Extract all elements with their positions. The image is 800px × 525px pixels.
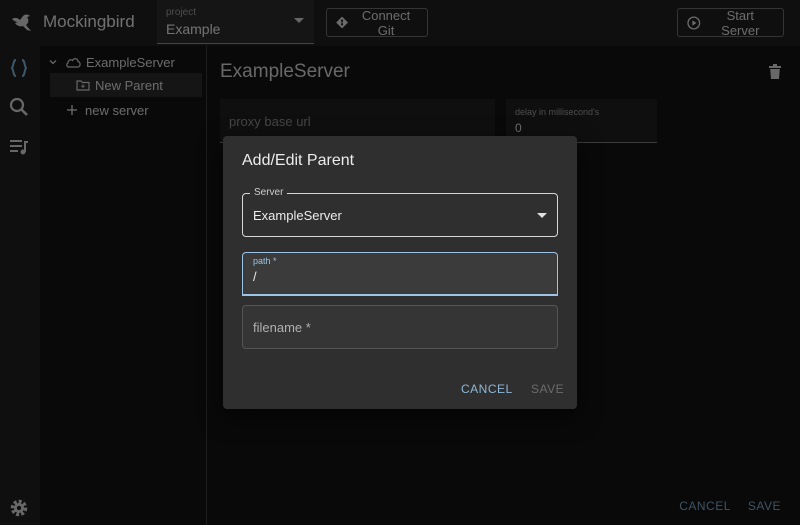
server-select[interactable]: Server ExampleServer: [242, 187, 558, 237]
filename-placeholder: filename *: [253, 320, 311, 335]
server-select-label: Server: [250, 187, 288, 198]
filename-input[interactable]: filename *: [242, 305, 558, 349]
dialog-cancel-button[interactable]: CANCEL: [461, 382, 513, 396]
path-value: /: [253, 269, 257, 284]
path-label: path *: [253, 256, 277, 266]
dropdown-arrow-icon: [537, 213, 547, 218]
dialog-title: Add/Edit Parent: [242, 152, 355, 169]
add-edit-parent-dialog: Add/Edit Parent Server ExampleServer pat…: [223, 136, 577, 409]
dialog-save-button[interactable]: SAVE: [531, 382, 564, 396]
path-input[interactable]: path * /: [242, 252, 558, 296]
server-select-value: ExampleServer: [253, 208, 342, 223]
